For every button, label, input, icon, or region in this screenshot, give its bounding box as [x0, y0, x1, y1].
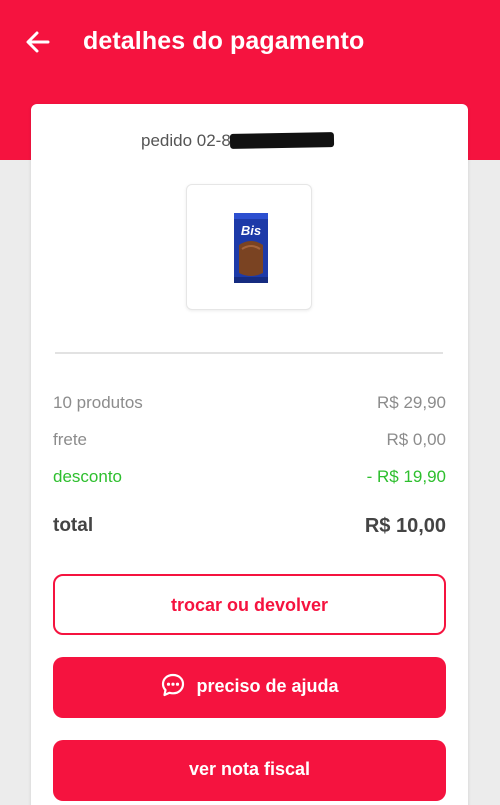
- redaction-mark: [229, 132, 335, 149]
- discount-value: - R$ 19,90: [366, 467, 446, 486]
- help-button[interactable]: preciso de ajuda: [53, 657, 446, 718]
- chat-bubble-icon: [162, 674, 185, 697]
- payment-details-card: pedido 02-89 Bis 10 produtos R$ 29,90 fr…: [31, 104, 468, 805]
- exchange-return-label: trocar ou devolver: [170, 595, 329, 615]
- total-value: R$ 10,00: [364, 515, 446, 537]
- help-label: preciso de ajuda: [196, 676, 339, 696]
- products-value: R$ 29,90: [377, 393, 446, 412]
- product-brand-text: Bis: [241, 223, 261, 238]
- view-invoice-label: ver nota fiscal: [188, 759, 311, 779]
- page-title: detalhes do pagamento: [83, 27, 365, 55]
- chocolate-bar-image: Bis: [234, 213, 268, 283]
- discount-label: desconto: [53, 467, 122, 486]
- shipping-label: frete: [53, 430, 88, 449]
- arrow-left-icon[interactable]: [24, 28, 52, 56]
- shipping-value: R$ 0,00: [386, 430, 446, 449]
- total-label: total: [53, 515, 94, 536]
- view-invoice-button[interactable]: ver nota fiscal: [53, 740, 446, 801]
- order-number: pedido 02-89: [141, 131, 241, 150]
- exchange-return-button[interactable]: trocar ou devolver: [53, 574, 446, 635]
- product-thumbnail[interactable]: Bis: [186, 184, 312, 310]
- products-label: 10 produtos: [53, 393, 143, 412]
- divider: [55, 352, 443, 354]
